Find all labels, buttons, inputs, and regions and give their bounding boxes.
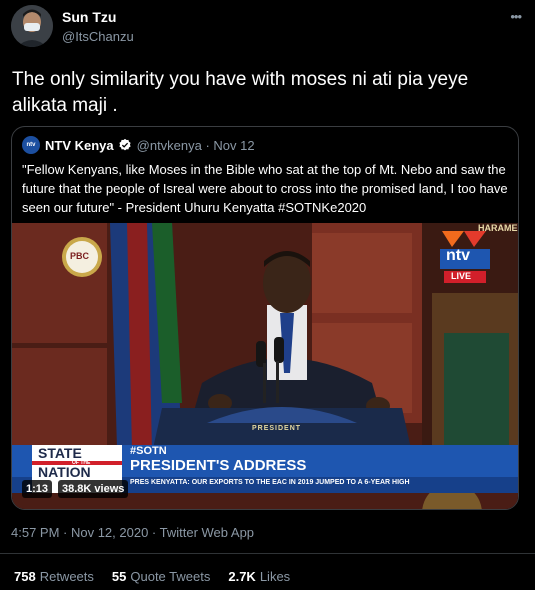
quote-tweets-label: Quote Tweets — [130, 569, 211, 584]
tweet-stats: 758 Retweets 55 Quote Tweets 2.7K Likes — [14, 569, 308, 584]
retweets-count: 758 — [14, 569, 36, 584]
quoted-name[interactable]: NTV Kenya — [45, 138, 114, 153]
headline-banner: PRESIDENT'S ADDRESS — [130, 457, 307, 474]
video-duration: 1:13 — [22, 480, 53, 498]
author-name[interactable]: Sun Tzu — [62, 9, 116, 25]
harambee-sign: HARAME — [478, 223, 518, 233]
pbc-badge-label: PBC — [70, 251, 90, 261]
quoted-text: "Fellow Kenyans, like Moses in the Bible… — [22, 162, 508, 215]
author-handle[interactable]: @ItsChanzu — [62, 29, 134, 44]
state-label: STATE — [38, 445, 82, 461]
likes-label: Likes — [259, 569, 291, 584]
likes-stat[interactable]: 2.7K Likes — [228, 569, 290, 584]
quoted-avatar[interactable]: ntv — [22, 136, 40, 154]
avatar-image — [11, 5, 53, 47]
podium-seal-text: PRESIDENT — [252, 425, 302, 432]
retweets-stat[interactable]: 758 Retweets — [14, 569, 94, 584]
more-options-icon[interactable]: ••• — [510, 9, 522, 24]
quoted-handle-date: @ntvkenya · Nov 12 — [136, 137, 255, 153]
video-views: 38.8K views — [58, 480, 129, 498]
nation-label: NATION — [38, 464, 91, 480]
likes-count: 2.7K — [228, 569, 256, 584]
quote-tweets-count: 55 — [111, 569, 127, 584]
author-avatar[interactable] — [11, 5, 53, 47]
tweet-timestamp[interactable]: 4:57 PM · Nov 12, 2020 · Twitter Web App — [11, 525, 254, 540]
live-badge: LIVE — [451, 271, 472, 281]
verified-badge-icon — [119, 138, 131, 151]
ntv-logo-text: ntv — [446, 247, 470, 264]
retweets-label: Retweets — [39, 569, 94, 584]
news-ticker: PRES KENYATTA: OUR EXPORTS TO THE EAC IN… — [130, 479, 410, 486]
tweet-text: The only similarity you have with moses … — [12, 69, 469, 116]
quoted-tweet[interactable]: ntv NTV Kenya @ntvkenya · Nov 12 "Fellow… — [11, 126, 519, 510]
video-player[interactable]: PBC HARAME ntv LIVE PRESIDENT STATE OF T… — [12, 223, 518, 509]
divider — [0, 553, 535, 554]
quote-tweets-stat[interactable]: 55 Quote Tweets — [112, 569, 210, 584]
sotn-tag: #SOTN — [130, 445, 167, 457]
quoted-header: ntv NTV Kenya @ntvkenya · Nov 12 — [22, 136, 255, 154]
